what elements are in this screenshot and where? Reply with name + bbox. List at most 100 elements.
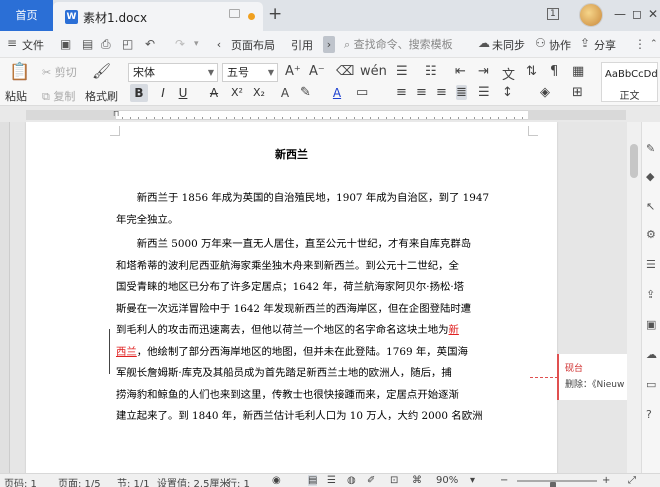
numbered-list-icon[interactable]: ☷	[425, 64, 437, 79]
search-input[interactable]: 查找命令、搜索模板	[354, 38, 453, 51]
focus-mode-icon[interactable]: ⊡	[390, 475, 398, 486]
table-border-icon[interactable]: ▦	[572, 64, 584, 79]
document-page[interactable]: 新西兰 新西兰于 1856 年成为英国的自治殖民地，1907 年成为自治区，到了…	[26, 122, 583, 473]
phonetic-guide-icon[interactable]: wén	[360, 64, 387, 79]
font-size-select[interactable]: 五号 ▼	[222, 63, 278, 82]
monitor-icon[interactable]	[229, 9, 240, 18]
maximize-icon[interactable]: ◻	[632, 7, 642, 21]
close-icon[interactable]: ✕	[648, 7, 658, 21]
align-right-icon[interactable]: ≡	[436, 85, 447, 100]
decrease-indent-icon[interactable]: ⇤	[455, 64, 466, 79]
print-preview-icon[interactable]: ◰	[122, 37, 133, 51]
share-panel-icon[interactable]: ⇪	[646, 288, 655, 301]
increase-indent-icon[interactable]: ⇥	[478, 64, 489, 79]
char-border-icon[interactable]: ▭	[356, 85, 368, 100]
image-icon[interactable]: ▣	[646, 318, 656, 331]
decrease-font-icon[interactable]: A⁻	[309, 64, 325, 79]
format-painter-icon[interactable]: 🖌	[92, 62, 111, 80]
setting-value[interactable]: 设置值: 2.5厘米	[157, 475, 229, 487]
copy-button[interactable]: ⧉ 复制	[42, 88, 75, 104]
sort-icon[interactable]: ⇅	[526, 64, 537, 79]
zoom-percent[interactable]: 90%	[436, 475, 458, 486]
fullscreen-icon[interactable]: ⤢	[628, 475, 636, 486]
undo-icon[interactable]: ↶	[145, 37, 155, 51]
collaborate-button[interactable]: 协作	[549, 37, 571, 53]
zoom-fit-icon[interactable]: ⌘	[412, 475, 422, 486]
zoom-slider[interactable]	[517, 480, 597, 487]
backup-icon[interactable]: ☁	[646, 348, 657, 361]
page-view-icon[interactable]: ▤	[308, 475, 318, 486]
eye-protection-icon[interactable]: ◉	[272, 475, 281, 486]
italic-button[interactable]: I	[154, 84, 172, 102]
superscript-button[interactable]: X²	[228, 84, 246, 102]
align-center-icon[interactable]: ≡	[416, 85, 427, 100]
window-count-icon[interactable]: 1	[547, 8, 559, 20]
chinese-layout-icon[interactable]: 文	[502, 64, 515, 83]
indent-marker-icon[interactable]: ⊓	[113, 109, 119, 118]
tab-page-layout[interactable]: 页面布局	[231, 37, 275, 53]
bullet-list-icon[interactable]: ☰	[396, 64, 408, 79]
tracked-insertion[interactable]: 新	[449, 324, 459, 336]
revision-balloon[interactable]: 砚台 删除：《Nieuw Ze	[557, 354, 639, 400]
paragraph-1[interactable]: 新西兰于 1856 年成为英国的自治殖民地，1907 年成为自治区，到了 194…	[116, 188, 528, 231]
file-menu[interactable]: 文件	[22, 37, 44, 53]
paste-button[interactable]: 粘贴	[5, 88, 27, 104]
clear-format-icon[interactable]: ⌫	[336, 64, 354, 79]
strikethrough-button[interactable]: A	[205, 84, 223, 102]
page-code[interactable]: 页码: 1	[4, 475, 37, 487]
pen-icon[interactable]: ✎	[646, 142, 655, 155]
quick-access-dropdown-icon[interactable]: ▾	[194, 39, 199, 49]
web-view-icon[interactable]: ◍	[347, 475, 356, 486]
cut-button[interactable]: ✂ 剪切	[42, 64, 77, 80]
font-color-button[interactable]: A	[328, 84, 346, 102]
zoom-out-icon[interactable]: −	[500, 475, 508, 486]
document-tab[interactable]: W 素材1.docx	[53, 2, 263, 31]
justify-icon[interactable]: ≣	[456, 85, 467, 100]
collapse-ribbon-icon[interactable]: ⌃	[650, 39, 658, 49]
new-tab-button[interactable]: +	[268, 4, 282, 24]
ribbon-scroll-left-icon[interactable]: ‹	[213, 36, 225, 53]
show-marks-icon[interactable]: ¶	[550, 64, 558, 79]
horizontal-ruler[interactable]: ⊓	[0, 106, 660, 122]
print-icon[interactable]: ⎙	[101, 37, 111, 52]
user-avatar[interactable]	[579, 3, 603, 27]
vertical-scrollbar[interactable]	[627, 122, 641, 473]
hamburger-menu-icon[interactable]: ≡	[7, 36, 17, 50]
section-indicator[interactable]: 节: 1/1	[117, 475, 150, 487]
bold-button[interactable]: B	[130, 84, 148, 102]
ribbon-scroll-right-icon[interactable]: ›	[323, 36, 335, 53]
paragraph-2[interactable]: 新西兰 5000 万年来一直无人居住，直至公元十世纪，才有来自库克群岛 和塔希蒂…	[116, 234, 528, 428]
line-spacing-icon[interactable]: ↕	[502, 85, 513, 100]
tracked-insertion[interactable]: 西兰	[116, 346, 137, 358]
shading-icon[interactable]: ◈	[540, 85, 550, 100]
command-search[interactable]: ⌕ 查找命令、搜索模板	[344, 35, 464, 54]
vertical-ruler[interactable]	[0, 122, 10, 473]
read-mode-icon[interactable]: ✐	[367, 475, 375, 486]
borders-icon[interactable]: ⊞	[572, 85, 583, 100]
zoom-slider-knob[interactable]	[550, 482, 556, 487]
text-effect-button[interactable]: A	[276, 84, 294, 102]
subscript-button[interactable]: X₂	[250, 84, 268, 102]
distributed-align-icon[interactable]: ☰	[478, 85, 490, 100]
page-count[interactable]: 页面: 1/5	[58, 475, 101, 487]
share-button[interactable]: 分享	[594, 37, 616, 53]
style-pane-icon[interactable]: ◆	[646, 170, 654, 183]
scrollbar-thumb[interactable]	[630, 144, 638, 178]
sync-status[interactable]: 未同步	[492, 37, 525, 53]
font-name-select[interactable]: 宋体 ▼	[128, 63, 218, 82]
paste-icon[interactable]: 📋	[9, 62, 30, 82]
tools-icon[interactable]: ⚙	[646, 228, 656, 241]
align-left-icon[interactable]: ≡	[396, 85, 407, 100]
screen-icon[interactable]: ▭	[646, 378, 656, 391]
document-heading[interactable]: 新西兰	[26, 146, 557, 162]
row-indicator[interactable]: 行: 1	[227, 475, 250, 487]
highlight-icon[interactable]: ✎	[300, 85, 311, 100]
home-tab[interactable]: 首页	[0, 0, 53, 31]
redo-icon[interactable]: ↷	[175, 37, 185, 51]
zoom-in-icon[interactable]: +	[602, 475, 610, 486]
tab-references[interactable]: 引用	[291, 37, 313, 53]
more-options-icon[interactable]: ⋮	[634, 37, 646, 51]
export-pdf-icon[interactable]: ▤	[82, 37, 93, 51]
select-icon[interactable]: ↖	[646, 200, 655, 213]
zoom-dropdown-icon[interactable]: ▾	[470, 475, 475, 486]
